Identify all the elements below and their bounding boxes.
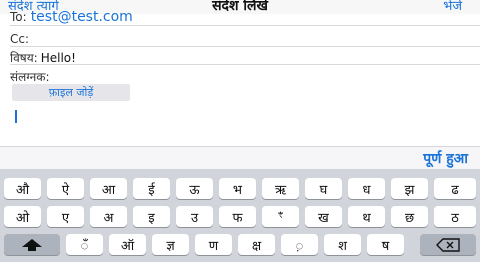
key[interactable]: उ — [176, 206, 213, 227]
key[interactable]: ज्ञ — [152, 234, 189, 255]
key[interactable]: ँ — [66, 234, 103, 255]
key[interactable]: अ — [90, 206, 127, 227]
add-file-button[interactable]: फ़ाइल जोड़ें — [12, 84, 130, 101]
key[interactable]: ऊ — [176, 178, 213, 199]
attachment-label: संलग्नक: — [10, 70, 50, 84]
cc-field[interactable]: Cc: — [10, 32, 29, 46]
key[interactable]: ख — [305, 206, 342, 227]
done-button[interactable]: पूर्ण हुआ — [423, 149, 468, 168]
divider — [10, 25, 480, 26]
keyboard-toolbar: पूर्ण हुआ — [0, 146, 480, 169]
key[interactable]: आ — [90, 178, 127, 199]
cc-row[interactable]: Cc: — [0, 27, 480, 47]
key[interactable]: ध — [348, 178, 385, 199]
key[interactable]: भ — [219, 178, 256, 199]
key[interactable]: ष — [367, 234, 404, 255]
key[interactable]: ऑ — [109, 234, 146, 255]
key[interactable]: घ — [305, 178, 342, 199]
key[interactable]: इ — [133, 206, 170, 227]
key[interactable]: ई — [133, 178, 170, 199]
delete-icon — [436, 237, 460, 252]
key[interactable]: क्ष — [238, 234, 275, 255]
cc-label: Cc: — [10, 32, 30, 46]
subject-row[interactable]: विषय: Hello! — [0, 45, 480, 65]
key[interactable]: थ — [348, 206, 385, 227]
subject-label: विषय: — [10, 51, 38, 65]
to-value[interactable]: test@test.com — [31, 9, 133, 25]
key[interactable]: श — [324, 234, 361, 255]
key[interactable]: ꣳ — [262, 206, 299, 227]
key[interactable]: ऋ — [262, 178, 299, 199]
key[interactable]: ठ — [434, 206, 476, 227]
key[interactable]: ए — [47, 206, 84, 227]
to-row[interactable]: To: test@test.com — [0, 6, 480, 26]
keyboard: औ ऐ आ ई ऊ भ ऋ घ ध झ ढ ओ ए अ इ उ फ ꣳ ख थ … — [0, 169, 480, 262]
key[interactable]: ढ — [434, 178, 476, 199]
key[interactable]: औ — [4, 178, 41, 199]
key[interactable]: ऐ — [47, 178, 84, 199]
text-cursor — [15, 110, 17, 123]
to-field[interactable]: To: test@test.com — [10, 9, 133, 25]
divider — [10, 64, 480, 65]
shift-icon — [22, 238, 42, 251]
shift-key[interactable] — [4, 234, 60, 255]
key[interactable]: ण — [195, 234, 232, 255]
key[interactable]: फ — [219, 206, 256, 227]
key[interactable]: झ — [391, 178, 428, 199]
subject-value[interactable]: Hello! — [41, 51, 76, 65]
delete-key[interactable] — [420, 234, 476, 255]
key[interactable]: ़ — [281, 234, 318, 255]
key[interactable]: छ — [391, 206, 428, 227]
to-label: To: — [10, 10, 27, 24]
key[interactable]: ओ — [4, 206, 41, 227]
